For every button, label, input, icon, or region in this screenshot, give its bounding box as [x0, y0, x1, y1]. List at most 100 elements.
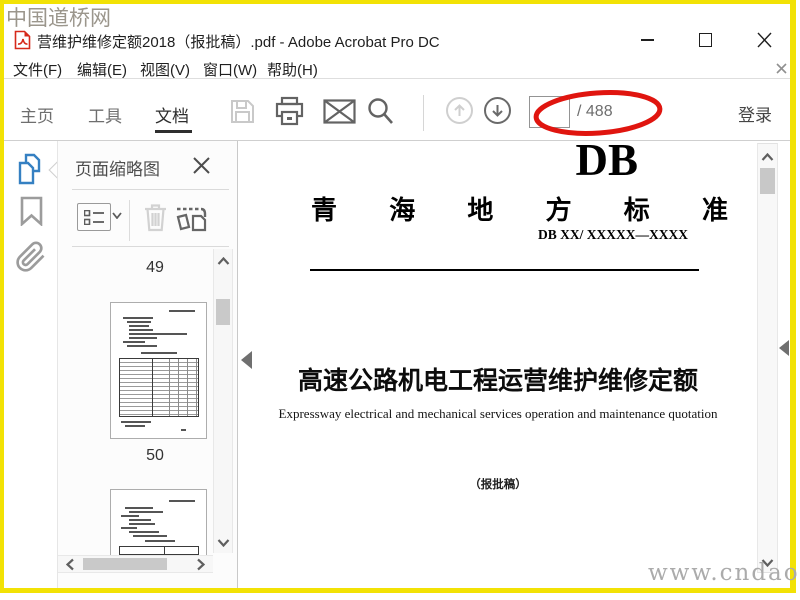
std-char: 标 [623, 195, 650, 225]
panel-title: 页面缩略图 [75, 160, 160, 179]
thumb-line [145, 540, 175, 542]
thumb-line [129, 325, 149, 327]
page-number-input[interactable] [529, 96, 570, 128]
std-char: 准 [701, 195, 728, 225]
thumb-line [129, 329, 153, 331]
thumb-line [129, 519, 151, 521]
doc-title: 高速公路机电工程运营维护维修定额 [297, 367, 698, 395]
watermark-top-left: 中国道桥网 [6, 6, 111, 30]
thumb-line [129, 511, 163, 513]
thumb-line [169, 310, 195, 312]
thumb-line [127, 345, 157, 347]
thumb-line [125, 507, 153, 509]
minimize-icon [641, 39, 654, 41]
search-icon[interactable] [366, 96, 395, 126]
page-count-label: / 488 [577, 103, 613, 120]
thumbnail-options-button[interactable] [77, 203, 111, 231]
thumb-table-top [119, 546, 199, 555]
menu-edit[interactable]: 编辑(E) [77, 59, 127, 80]
std-char: 地 [467, 195, 494, 225]
std-char: 青 [311, 195, 338, 225]
thumb-table [119, 358, 199, 417]
list-options-icon [84, 210, 104, 225]
doc-db-logo: DB [575, 135, 638, 185]
doc-draft-note: （报批稿） [469, 479, 527, 491]
scroll-up-icon[interactable] [761, 153, 774, 162]
panel-divider [72, 189, 229, 190]
maximize-button[interactable] [693, 28, 719, 52]
thumb-line [123, 317, 153, 319]
thumb-line [121, 527, 137, 529]
active-tab-underline [155, 130, 192, 133]
thumb-line [169, 500, 195, 502]
doc-horizontal-rule [310, 269, 699, 271]
doc-standard-code: DB XX/ XXXXX—XXXX [538, 227, 688, 242]
panel-hscroll-thumb[interactable] [83, 558, 167, 570]
thumbnail-label-50[interactable]: 50 [120, 447, 190, 465]
sign-in-button[interactable]: 登录 [738, 101, 772, 126]
watermark-bottom-right: www.cndao.com [648, 560, 800, 586]
tab-home[interactable]: 主页 [20, 102, 54, 127]
panel-vscrollbar[interactable] [213, 249, 233, 553]
thumb-line [133, 535, 167, 537]
std-char: 方 [545, 195, 572, 225]
scroll-left-icon[interactable] [66, 558, 75, 571]
thumb-line [181, 429, 186, 431]
attachments-panel-icon[interactable] [15, 238, 47, 276]
thumb-line [129, 333, 187, 335]
main-vscrollbar[interactable] [757, 143, 778, 573]
scroll-right-icon[interactable] [196, 558, 205, 571]
thumb-line [121, 421, 151, 423]
toolbar-divider [423, 95, 424, 131]
maximize-icon [699, 33, 712, 47]
insert-pages-icon[interactable] [175, 203, 208, 234]
thumbnail-page-50[interactable] [110, 302, 207, 439]
panel-vscroll-thumb[interactable] [216, 299, 230, 325]
tab-document[interactable]: 文档 [155, 102, 189, 127]
page-thumbnails-panel-icon[interactable] [15, 153, 45, 186]
panel-divider2 [72, 246, 229, 247]
menu-help[interactable]: 帮助(H) [267, 59, 318, 80]
tab-tools[interactable]: 工具 [88, 102, 122, 127]
menubar-close-icon[interactable] [776, 63, 787, 74]
chevron-down-icon[interactable] [112, 212, 122, 219]
thumb-line [141, 352, 177, 354]
thumbnail-page-51[interactable] [110, 489, 207, 555]
thumb-line [127, 321, 151, 323]
previous-page-button[interactable] [446, 97, 473, 124]
menu-file[interactable]: 文件(F) [13, 59, 62, 80]
collapse-right-pane-handle[interactable] [779, 340, 789, 356]
main-vscroll-thumb[interactable] [760, 168, 775, 194]
next-page-button[interactable] [484, 97, 511, 124]
menu-view[interactable]: 视图(V) [140, 59, 190, 80]
email-icon[interactable] [323, 99, 356, 124]
thumb-line [129, 531, 159, 533]
trash-icon[interactable] [142, 202, 169, 233]
thumbnail-label-49[interactable]: 49 [120, 259, 190, 277]
std-char: 海 [389, 195, 416, 225]
thumb-table-divider [152, 359, 153, 416]
print-icon[interactable] [274, 96, 305, 127]
thumb-line [123, 341, 145, 343]
menu-divider [4, 78, 790, 79]
window-title: 营维护维修定额2018（报批稿）.pdf - Adobe Acrobat Pro… [37, 34, 440, 51]
thumb-line [129, 337, 157, 339]
scroll-up-icon[interactable] [217, 257, 230, 266]
close-icon [757, 32, 772, 48]
thumb-line [129, 523, 155, 525]
menu-window[interactable]: 窗口(W) [203, 59, 257, 80]
thumb-line [125, 425, 145, 427]
doc-standard-name: 青 海 地 方 标 准 [311, 190, 728, 227]
bookmarks-panel-icon[interactable] [20, 196, 43, 226]
thumb-line [121, 515, 139, 517]
doc-subtitle-en: Expressway electrical and mechanical ser… [278, 406, 718, 421]
panel-close-icon[interactable] [193, 157, 210, 174]
minimize-button[interactable] [634, 28, 660, 52]
panel-toolbar-divider [129, 200, 130, 241]
pdf-file-icon [14, 30, 31, 50]
acrobat-window: 营维护维修定额2018（报批稿）.pdf - Adobe Acrobat Pro… [0, 0, 800, 600]
scroll-down-icon[interactable] [217, 538, 230, 547]
save-icon[interactable] [229, 98, 256, 125]
close-button[interactable] [750, 28, 778, 52]
arrow-up-icon [454, 104, 465, 116]
